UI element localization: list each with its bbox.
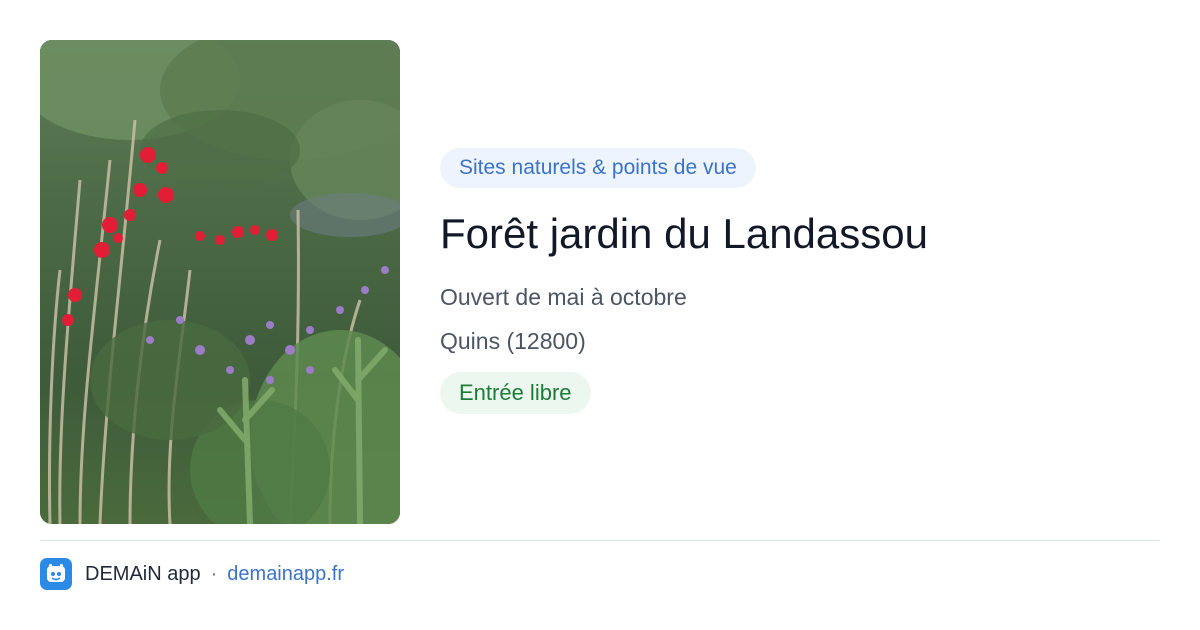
location-text: Quins (12800) [440, 328, 586, 354]
opening-hours: Ouvert de mai à octobre [440, 284, 687, 310]
site-link[interactable]: demainapp.fr [227, 563, 344, 586]
app-name: DEMAiN app [85, 562, 201, 585]
footer: DEMAiN app · demainapp.fr [40, 557, 344, 591]
access-badge: Entrée libre [440, 372, 591, 414]
place-title: Forêt jardin du Landassou [440, 210, 928, 257]
category-badge: Sites naturels & points de vue [440, 148, 756, 188]
demain-app-icon [40, 558, 72, 590]
place-info: Sites naturels & points de vue Forêt jar… [440, 148, 1160, 414]
garden-photo-illustration [40, 40, 400, 524]
footer-separator: · [210, 562, 218, 585]
footer-divider [40, 540, 1160, 541]
place-photo [40, 40, 400, 524]
